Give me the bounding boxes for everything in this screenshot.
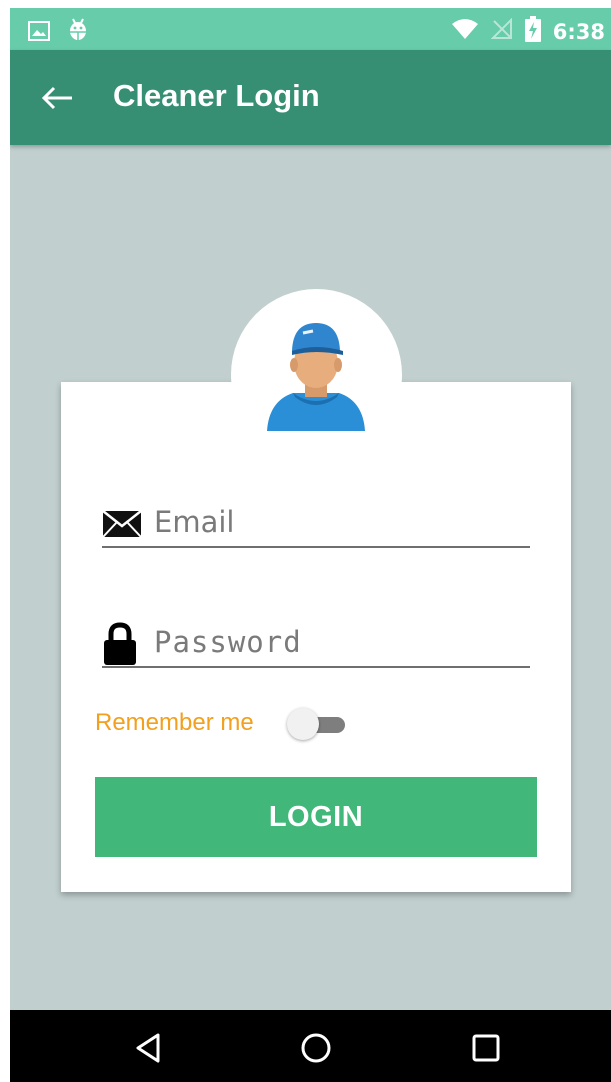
- login-button[interactable]: LOGIN: [95, 777, 537, 857]
- nav-home-button[interactable]: [296, 1028, 336, 1068]
- recents-square-icon: [472, 1034, 500, 1062]
- lock-icon: [102, 622, 138, 671]
- nav-back-button[interactable]: [128, 1028, 168, 1068]
- status-bar: 6:38: [10, 8, 611, 50]
- cleaner-avatar: [267, 323, 365, 431]
- remember-me-toggle[interactable]: [287, 708, 347, 740]
- status-time: 6:38: [552, 19, 605, 44]
- envelope-icon: [102, 510, 142, 543]
- battery-charging-icon: [524, 16, 541, 47]
- arrow-left-icon: [41, 86, 72, 110]
- password-field-container: [102, 622, 530, 668]
- android-debug-icon: [68, 18, 88, 49]
- back-button[interactable]: [38, 80, 78, 116]
- email-field-container: [102, 502, 530, 548]
- nav-recents-button[interactable]: [466, 1028, 506, 1068]
- navigation-bar: [10, 1010, 611, 1082]
- remember-me-label: Remember me: [95, 709, 254, 736]
- toggle-thumb: [287, 708, 319, 740]
- page-title: Cleaner Login: [113, 78, 320, 113]
- image-icon: [28, 21, 50, 46]
- no-signal-icon: [490, 17, 513, 45]
- app-bar: Cleaner Login: [10, 50, 611, 145]
- wifi-icon: [451, 18, 479, 45]
- back-triangle-icon: [136, 1033, 160, 1063]
- email-input[interactable]: [154, 502, 524, 542]
- password-input[interactable]: [154, 622, 524, 662]
- screen: 6:38 Cleaner Login Email Remember me LOG…: [10, 8, 611, 1082]
- home-circle-icon: [301, 1033, 331, 1063]
